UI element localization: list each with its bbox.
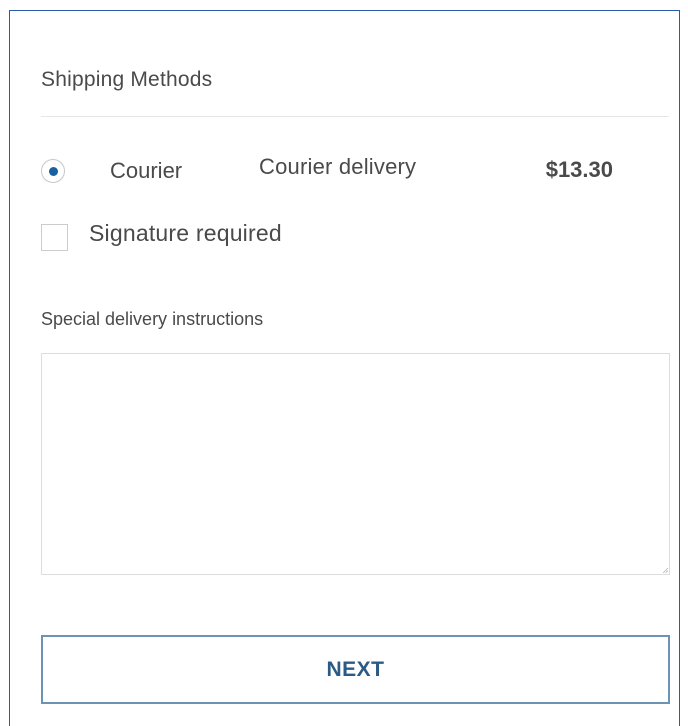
shipping-panel: Shipping Methods Courier Courier deliver… (9, 10, 680, 726)
signature-label[interactable]: Signature required (89, 220, 282, 247)
signature-checkbox[interactable] (41, 224, 68, 251)
shipping-method-row[interactable]: Courier Courier delivery $13.30 (41, 151, 669, 195)
section-title: Shipping Methods (41, 68, 213, 91)
divider (41, 116, 669, 117)
method-description: Courier delivery (259, 154, 417, 179)
instructions-textarea[interactable] (41, 353, 670, 575)
next-button[interactable]: NEXT (41, 635, 670, 704)
signature-required-option[interactable]: Signature required (41, 217, 441, 257)
method-price: $13.30 (545, 157, 613, 182)
instructions-label: Special delivery instructions (41, 309, 264, 329)
method-name[interactable]: Courier (110, 158, 182, 184)
resize-grip-icon[interactable] (662, 567, 668, 573)
courier-radio-button[interactable] (41, 159, 65, 183)
radio-selected-dot (49, 167, 58, 176)
